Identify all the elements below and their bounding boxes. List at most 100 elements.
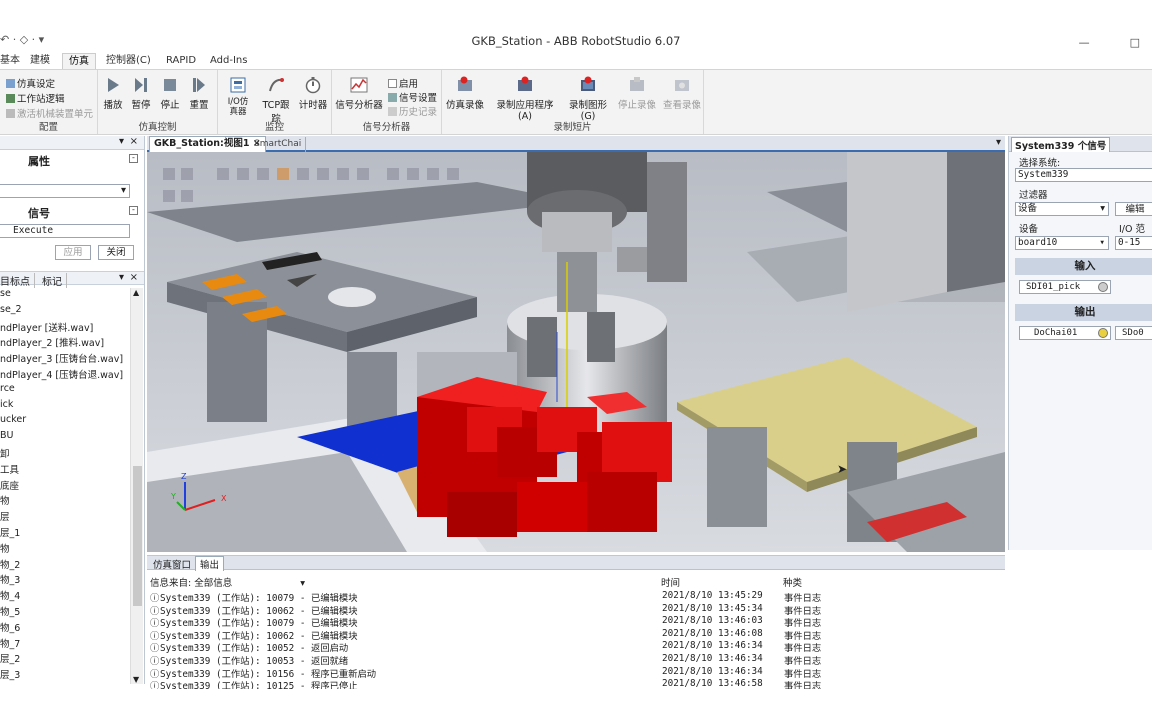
stop-record-button[interactable]: 停止录像 — [616, 76, 658, 111]
scroll-down-icon[interactable]: ▼ — [133, 675, 139, 684]
close-icon[interactable]: × — [130, 272, 138, 283]
tree-item[interactable]: BU — [0, 430, 13, 441]
log-row[interactable]: ⓘ System339 (工作站): 10125 - 程序已停止 2021/8/10… — [150, 678, 890, 689]
tab-markers[interactable]: 标记 — [38, 273, 67, 288]
tree-item[interactable]: ndPlayer_2 [推料.wav] — [0, 335, 104, 349]
input-signal-button[interactable]: SDI01_pick — [1019, 280, 1111, 294]
tab-simulation[interactable]: 仿真 — [62, 53, 96, 69]
tree-item[interactable]: 物 — [0, 541, 10, 555]
close-icon[interactable]: × — [130, 136, 138, 147]
tab-basic[interactable]: 基本 — [0, 53, 20, 69]
record-app-button[interactable]: 录制应用程序(A) — [490, 76, 560, 122]
log-row[interactable]: ⓘ System339 (工作站): 10156 - 程序已重新启动 2021/8/… — [150, 666, 890, 680]
log-row[interactable]: ⓘ System339 (工作站): 10062 - 已编辑模块 2021/8/10… — [150, 628, 890, 642]
record-graphics-button[interactable]: 录制图形(G) — [562, 76, 614, 122]
tree-item[interactable]: 物 — [0, 493, 10, 507]
tree-item[interactable]: 物_7 — [0, 636, 20, 650]
tree-item[interactable]: 物_5 — [0, 604, 20, 618]
dropdown-icon[interactable]: ▾ — [996, 137, 1001, 148]
activate-mechanism-item[interactable]: 激活机械装置单元 — [6, 106, 93, 120]
sim-record-button[interactable]: 仿真录像 — [444, 76, 486, 111]
play-button[interactable]: 播放 — [102, 76, 124, 111]
tree-item[interactable]: 工具 — [0, 462, 19, 476]
group-sim-control: 播放 暂停 停止 重置 仿真控制 — [98, 70, 218, 134]
edit-button[interactable]: 编辑 — [1115, 202, 1152, 216]
range-select[interactable]: 0-15 — [1115, 236, 1152, 250]
log-row[interactable]: ⓘ System339 (工作站): 10079 - 已编辑模块 2021/8/10… — [150, 615, 890, 629]
log-row[interactable]: ⓘ System339 (工作站): 10079 - 已编辑模块 2021/8/10… — [150, 590, 890, 604]
tree-scrollbar[interactable]: ▲ ▼ — [130, 288, 143, 684]
tab-addins[interactable]: Add-Ins — [210, 53, 247, 69]
signal-settings-item[interactable]: 信号设置 — [388, 90, 437, 104]
source-filter[interactable]: 信息来自: 全部信息 ▾ — [150, 575, 305, 589]
tree-item[interactable]: 物_6 — [0, 620, 20, 634]
output-signal-button[interactable]: DoChai01 — [1019, 326, 1111, 340]
minimize-button[interactable]: — — [1079, 36, 1090, 49]
tree-item[interactable]: ick — [0, 399, 13, 410]
signal-analyzer-button[interactable]: 信号分析器 — [334, 76, 384, 111]
io-simulator-button[interactable]: I/O仿真器 — [224, 76, 252, 117]
scroll-up-icon[interactable]: ▲ — [133, 288, 139, 297]
io-panel-title[interactable]: System339 个信号 — [1011, 137, 1111, 152]
device-select[interactable]: board10 ▾ — [1015, 236, 1109, 250]
stop-button[interactable]: 停止 — [159, 76, 181, 111]
tree-item[interactable]: 物_3 — [0, 572, 20, 586]
tree-item[interactable]: 层_1 — [0, 525, 20, 539]
station-logic-item[interactable]: 工作站逻辑 — [6, 91, 65, 105]
apply-button[interactable]: 应用 — [55, 245, 91, 260]
collapse-icon[interactable]: - — [129, 154, 138, 163]
tree-item[interactable]: rce — [0, 383, 15, 394]
enable-item[interactable]: 启用 — [388, 76, 418, 90]
tree-item[interactable]: 层 — [0, 509, 10, 523]
tree-item[interactable]: se_2 — [0, 304, 22, 315]
tree-item[interactable]: se — [0, 288, 11, 299]
panel-header: ▾ × — [0, 136, 144, 150]
tab-rapid[interactable]: RAPID — [166, 53, 196, 69]
tab-modeling[interactable]: 建模 — [30, 53, 50, 69]
tab-controller[interactable]: 控制器(C) — [106, 53, 151, 69]
reset-button[interactable]: 重置 — [188, 76, 210, 111]
group-label-control: 仿真控制 — [138, 122, 177, 133]
tree-item[interactable]: 层_2 — [0, 651, 20, 665]
log-row[interactable]: ⓘ System339 (工作站): 10053 - 返回就绪 2021/8/10 … — [150, 653, 890, 667]
tree-item[interactable]: ndPlayer_4 [压铸台退.wav] — [0, 367, 123, 381]
log-type: 事件日志 — [784, 681, 822, 689]
timer-button[interactable]: 计时器 — [298, 76, 328, 111]
play-icon — [108, 78, 119, 92]
scrollbar-thumb[interactable] — [133, 466, 142, 606]
tab-output[interactable]: 输出 — [195, 556, 225, 571]
tree-item[interactable]: 卸 — [0, 446, 10, 460]
tree-item[interactable]: 层_3 — [0, 667, 20, 681]
pause-button[interactable]: 暂停 — [130, 76, 152, 111]
collapse-icon[interactable]: - — [129, 206, 138, 215]
log-time: 2021/8/10 13:46:58 — [662, 678, 763, 689]
tcp-trace-button[interactable]: TCP跟踪 — [258, 76, 294, 125]
tab-view1[interactable]: GKB_Station:视图1 × — [149, 136, 266, 152]
tab-targets[interactable]: 目标点 — [0, 273, 35, 288]
tree-item[interactable]: 物_4 — [0, 588, 20, 602]
view-record-button[interactable]: 查看录像 — [662, 76, 702, 111]
output-signal-button[interactable]: SDo0 — [1115, 326, 1152, 340]
dropdown-icon[interactable]: ▾ — [119, 272, 124, 283]
maximize-button[interactable]: □ — [1130, 36, 1140, 49]
dropdown-icon[interactable]: ▾ — [119, 136, 124, 147]
filter-select[interactable]: 设备 ▾ — [1015, 202, 1109, 216]
record-app-icon — [518, 76, 532, 91]
3d-viewport[interactable]: Z X Y ➤ — [147, 152, 1005, 552]
tree-item[interactable]: ucker — [0, 414, 26, 425]
mechanism-icon — [6, 109, 15, 118]
tab-smartchai[interactable]: SmartChai — [250, 137, 307, 152]
tree-item[interactable]: ndPlayer [送料.wav] — [0, 320, 93, 334]
tab-sim-window[interactable]: 仿真窗口 — [149, 557, 197, 571]
tree-item[interactable]: 底座 — [0, 478, 19, 492]
history-item[interactable]: 历史记录 — [388, 104, 437, 118]
signal-value-field[interactable]: Execute — [0, 224, 130, 238]
close-button[interactable]: 关闭 — [98, 245, 134, 260]
tree-item[interactable]: 物_2 — [0, 557, 20, 571]
sim-settings-item[interactable]: 仿真设定 — [6, 76, 55, 90]
log-row[interactable]: ⓘ System339 (工作站): 10062 - 已编辑模块 2021/8/10… — [150, 603, 890, 617]
object-select[interactable]: ▾ — [0, 184, 130, 198]
tree-item[interactable]: ndPlayer_3 [压铸台台.wav] — [0, 351, 123, 365]
system-select[interactable]: System339 — [1015, 168, 1152, 182]
log-row[interactable]: ⓘ System339 (工作站): 10052 - 返回启动 2021/8/10 … — [150, 640, 890, 654]
